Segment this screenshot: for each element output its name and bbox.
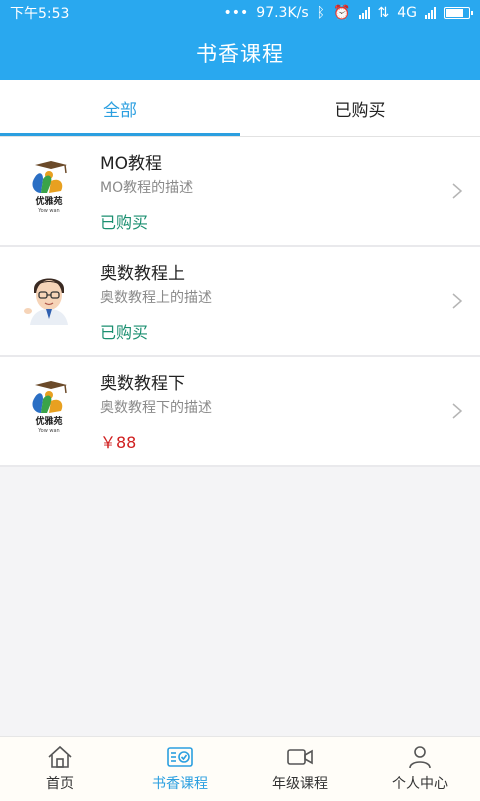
course-title: 奥数教程上 [100, 264, 185, 284]
signal-icon-2 [425, 7, 436, 19]
course-check-icon [167, 747, 193, 767]
chevron-right-icon [452, 403, 463, 419]
tab-purchased-label: 已购买 [334, 100, 386, 121]
nav-home-label: 首页 [46, 776, 74, 792]
svg-text:优雅苑: 优雅苑 [35, 415, 62, 427]
data-transfer-icon: ⇅ [377, 5, 390, 21]
nav-courses-label: 书香课程 [152, 776, 208, 792]
course-status: 已购买 [100, 323, 149, 342]
svg-text:优雅苑: 优雅苑 [35, 195, 62, 207]
course-item[interactable]: 奥数教程上 奥数教程上的描述 已购买 [0, 247, 480, 357]
course-desc: 奥数教程上的描述 [100, 290, 212, 306]
cartoon-teacher-avatar [20, 267, 78, 325]
page-title: 书香课程 [196, 42, 284, 66]
youyanyuan-logo: 优雅苑 Yow wan [20, 377, 78, 435]
youyanyuan-logo: 优雅苑 Yow wan [20, 157, 78, 215]
course-status: 已购买 [100, 213, 149, 232]
network-type: 4G [397, 5, 417, 21]
course-item[interactable]: 优雅苑 Yow wan MO教程 MO教程的描述 已购买 [0, 137, 480, 247]
course-title: MO教程 [100, 154, 163, 174]
chevron-right-icon [452, 293, 463, 309]
svg-text:Yow wan: Yow wan [37, 208, 59, 214]
battery-icon [444, 7, 473, 19]
course-price: ￥88 [100, 433, 137, 452]
nav-grade-courses[interactable]: 年级课程 [240, 737, 360, 801]
nav-courses[interactable]: 书香课程 [120, 737, 240, 801]
more-dots-icon: ••• [223, 5, 249, 21]
course-desc: MO教程的描述 [100, 180, 194, 196]
app-header: 书香课程 [0, 26, 480, 80]
tab-all[interactable]: 全部 [0, 80, 240, 136]
tab-bar: 全部 已购买 [0, 80, 480, 137]
signal-icon [358, 7, 370, 19]
svg-text:Yow wan: Yow wan [37, 428, 59, 434]
course-item[interactable]: 优雅苑 Yow wan 奥数教程下 奥数教程下的描述 ￥88 [0, 357, 480, 467]
status-time: 下午5:53 [10, 6, 70, 22]
video-camera-icon [287, 749, 313, 765]
nav-profile[interactable]: 个人中心 [360, 737, 480, 801]
home-icon [48, 745, 72, 768]
course-title: 奥数教程下 [100, 374, 185, 394]
status-bar: 下午5:53 ••• 97.3K/s ᛒ ⏰ ⇅ 4G [0, 0, 480, 26]
course-list: 优雅苑 Yow wan MO教程 MO教程的描述 已购买 奥数教程上 奥数教程上… [0, 137, 480, 467]
person-icon [409, 746, 431, 769]
course-desc: 奥数教程下的描述 [100, 400, 212, 416]
bluetooth-icon: ᛒ [316, 5, 326, 21]
nav-grade-courses-label: 年级课程 [272, 776, 328, 792]
bottom-nav: 首页 书香课程 年级课程 个人中心 [0, 736, 480, 801]
status-indicators: ••• 97.3K/s ᛒ ⏰ ⇅ 4G [223, 5, 473, 21]
network-speed: 97.3K/s [256, 5, 309, 21]
tab-all-label: 全部 [103, 100, 137, 121]
nav-home[interactable]: 首页 [0, 737, 120, 801]
chevron-right-icon [452, 183, 463, 199]
tab-purchased[interactable]: 已购买 [240, 80, 480, 136]
alarm-off-icon: ⏰ [333, 5, 351, 21]
nav-profile-label: 个人中心 [392, 776, 448, 792]
